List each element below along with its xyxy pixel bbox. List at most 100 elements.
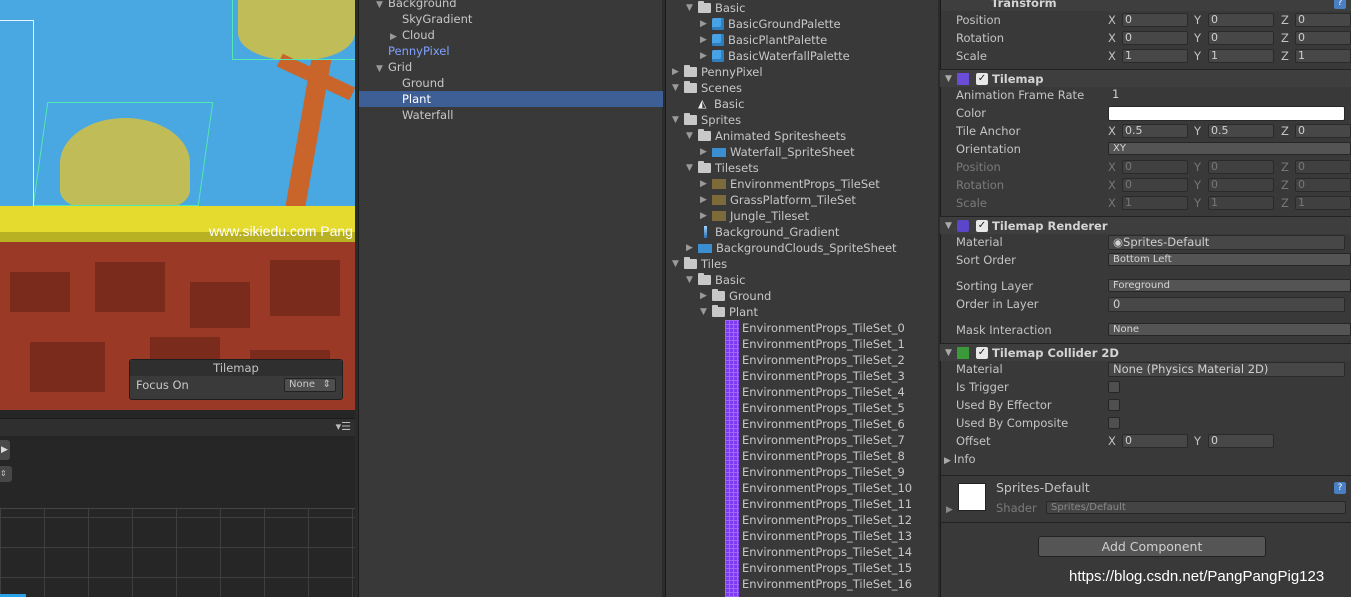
vector-component[interactable]: Z1 <box>1281 49 1351 63</box>
project-item[interactable]: ▼ Basic <box>686 272 745 288</box>
help-icon[interactable]: ? <box>1334 0 1346 9</box>
vector-component[interactable]: Y0 <box>1194 434 1274 448</box>
vector-field[interactable]: 1 <box>1208 196 1274 210</box>
hierarchy-item[interactable]: PennyPixel <box>376 43 450 59</box>
foldout-arrow-icon[interactable]: ▶ <box>700 16 712 32</box>
tile-asset-item[interactable]: EnvironmentProps_TileSet_6 <box>742 416 905 432</box>
project-item[interactable]: ▼ Plant <box>700 304 758 320</box>
vector-field[interactable]: 1 <box>1295 196 1351 210</box>
vector-field[interactable]: 0 <box>1295 160 1351 174</box>
vector-component[interactable]: X1 <box>1108 196 1188 210</box>
project-item[interactable]: ▼ Basic <box>686 0 745 16</box>
project-item[interactable]: ▶ PennyPixel <box>672 64 763 80</box>
foldout-arrow-icon[interactable]: ▶ <box>686 240 698 256</box>
project-item[interactable]: ▶ Waterfall_SpriteSheet <box>700 144 855 160</box>
vector-component[interactable]: Z0 <box>1281 178 1351 192</box>
project-item[interactable]: ▼ Tilesets <box>686 160 759 176</box>
project-item[interactable]: ▶ BasicPlantPalette <box>700 32 827 48</box>
project-item[interactable]: ▶ GrassPlatform_TileSet <box>700 192 856 208</box>
panel-menu-icon[interactable]: ▾☰ <box>336 420 351 433</box>
help-icon[interactable]: ? <box>1334 482 1346 494</box>
vector-component[interactable]: X1 <box>1108 49 1188 63</box>
vector-field[interactable]: 0 <box>1208 31 1274 45</box>
collider-enabled-checkbox[interactable]: ✓ <box>976 347 988 359</box>
project-item[interactable]: ▶ Jungle_Tileset <box>700 208 809 224</box>
vector-field[interactable]: 0.5 <box>1122 124 1188 138</box>
vector-field[interactable]: 0 <box>1295 178 1351 192</box>
vector-field[interactable]: 0 <box>1208 160 1274 174</box>
project-item[interactable]: ▶ Ground <box>700 288 771 304</box>
shader-dropdown[interactable]: Sprites/Default <box>1046 501 1346 514</box>
foldout-arrow-icon[interactable]: ▼ <box>945 217 952 235</box>
tilemap-component-header[interactable]: ▼ ✓ Tilemap <box>940 69 1351 87</box>
project-item[interactable]: ▶ BasicWaterfallPalette <box>700 48 850 64</box>
vector-field[interactable]: 1 <box>1295 49 1351 63</box>
project-item[interactable]: ◭ Basic <box>686 96 744 112</box>
vector-component[interactable]: X0 <box>1108 178 1188 192</box>
foldout-arrow-icon[interactable]: ▼ <box>376 61 388 77</box>
vector-component[interactable]: X0 <box>1108 160 1188 174</box>
vector-component[interactable]: Y0 <box>1194 13 1274 27</box>
vector-component[interactable]: Z0 <box>1281 31 1351 45</box>
vector-field[interactable]: 0 <box>1122 178 1188 192</box>
tile-asset-item[interactable]: EnvironmentProps_TileSet_0 <box>742 320 905 336</box>
hierarchy-item[interactable]: Ground <box>390 75 444 91</box>
foldout-arrow-icon[interactable]: ▼ <box>945 344 952 362</box>
foldout-arrow-icon[interactable]: ▶ <box>672 64 684 80</box>
vector-field[interactable]: 0 <box>1122 13 1188 27</box>
foldout-arrow-icon[interactable]: ▼ <box>686 272 698 288</box>
vector-field[interactable]: 1 <box>1122 49 1188 63</box>
collider-material-field[interactable]: None (Physics Material 2D) <box>1108 362 1345 377</box>
foldout-arrow-icon[interactable]: ▼ <box>686 128 698 144</box>
tile-asset-item[interactable]: EnvironmentProps_TileSet_2 <box>742 352 905 368</box>
tile-asset-item[interactable]: EnvironmentProps_TileSet_7 <box>742 432 905 448</box>
hierarchy-item[interactable]: Waterfall <box>390 107 453 123</box>
animation-timeline-grid[interactable] <box>0 508 355 597</box>
color-swatch[interactable] <box>1108 106 1345 121</box>
project-item[interactable]: ▶ BasicGroundPalette <box>700 16 841 32</box>
play-button[interactable]: ▶ <box>0 440 10 460</box>
foldout-arrow-icon[interactable]: ▼ <box>945 70 952 88</box>
vector-field[interactable]: 0.5 <box>1208 124 1274 138</box>
project-item[interactable]: ▶ BackgroundClouds_SpriteSheet <box>686 240 897 256</box>
material-field[interactable]: ◉Sprites-Default <box>1108 235 1345 250</box>
vector-component[interactable]: Y1 <box>1194 196 1274 210</box>
transform-header[interactable]: Transform ? <box>941 0 1351 11</box>
foldout-arrow-icon[interactable]: ▶ <box>700 32 712 48</box>
project-item[interactable]: ▼ Tiles <box>672 256 727 272</box>
vector-component[interactable]: X 0.5 <box>1108 124 1188 138</box>
sorting-layer-dropdown[interactable]: Foreground <box>1108 279 1351 292</box>
foldout-arrow-icon[interactable]: ▼ <box>686 0 698 16</box>
used-by-composite-checkbox[interactable] <box>1108 417 1120 429</box>
renderer-enabled-checkbox[interactable]: ✓ <box>976 220 988 232</box>
mask-interaction-dropdown[interactable]: None <box>1108 323 1351 336</box>
frame-rate-field[interactable]: 1 <box>1108 88 1344 103</box>
foldout-arrow-icon[interactable]: ▼ <box>672 256 684 272</box>
vector-field[interactable]: 0 <box>1295 13 1351 27</box>
foldout-arrow-icon[interactable]: ▶ <box>700 144 712 160</box>
hierarchy-item[interactable]: ▼ Background <box>376 0 457 11</box>
project-item[interactable]: Background_Gradient <box>686 224 839 240</box>
hierarchy-item[interactable]: SkyGradient <box>390 11 472 27</box>
tile-asset-item[interactable]: EnvironmentProps_TileSet_10 <box>742 480 912 496</box>
foldout-arrow-icon[interactable]: ▶ <box>700 192 712 208</box>
vector-component[interactable]: Z0 <box>1281 13 1351 27</box>
order-in-layer-field[interactable]: 0 <box>1108 297 1345 312</box>
project-item[interactable]: ▼ Scenes <box>672 80 742 96</box>
foldout-arrow-icon[interactable]: ▼ <box>672 80 684 96</box>
foldout-arrow-icon[interactable]: ▶ <box>700 48 712 64</box>
foldout-arrow-icon[interactable]: ▼ <box>686 160 698 176</box>
tile-asset-item[interactable]: EnvironmentProps_TileSet_5 <box>742 400 905 416</box>
vector-field[interactable]: 0 <box>1295 31 1351 45</box>
tile-asset-item[interactable]: EnvironmentProps_TileSet_3 <box>742 368 905 384</box>
vector-field[interactable]: 0 <box>1122 434 1188 448</box>
info-foldout[interactable]: ▶ Info <box>944 451 976 467</box>
collider-component-header[interactable]: ▼ ✓ Tilemap Collider 2D <box>940 343 1351 361</box>
tile-asset-item[interactable]: EnvironmentProps_TileSet_12 <box>742 512 912 528</box>
tile-asset-item[interactable]: EnvironmentProps_TileSet_1 <box>742 336 905 352</box>
stepper-button[interactable]: ⇕ <box>0 466 12 482</box>
vector-field[interactable]: 0 <box>1208 13 1274 27</box>
vector-field[interactable]: 0 <box>1122 31 1188 45</box>
foldout-arrow-icon[interactable]: ▶ <box>700 176 712 192</box>
tile-asset-item[interactable]: EnvironmentProps_TileSet_13 <box>742 528 912 544</box>
